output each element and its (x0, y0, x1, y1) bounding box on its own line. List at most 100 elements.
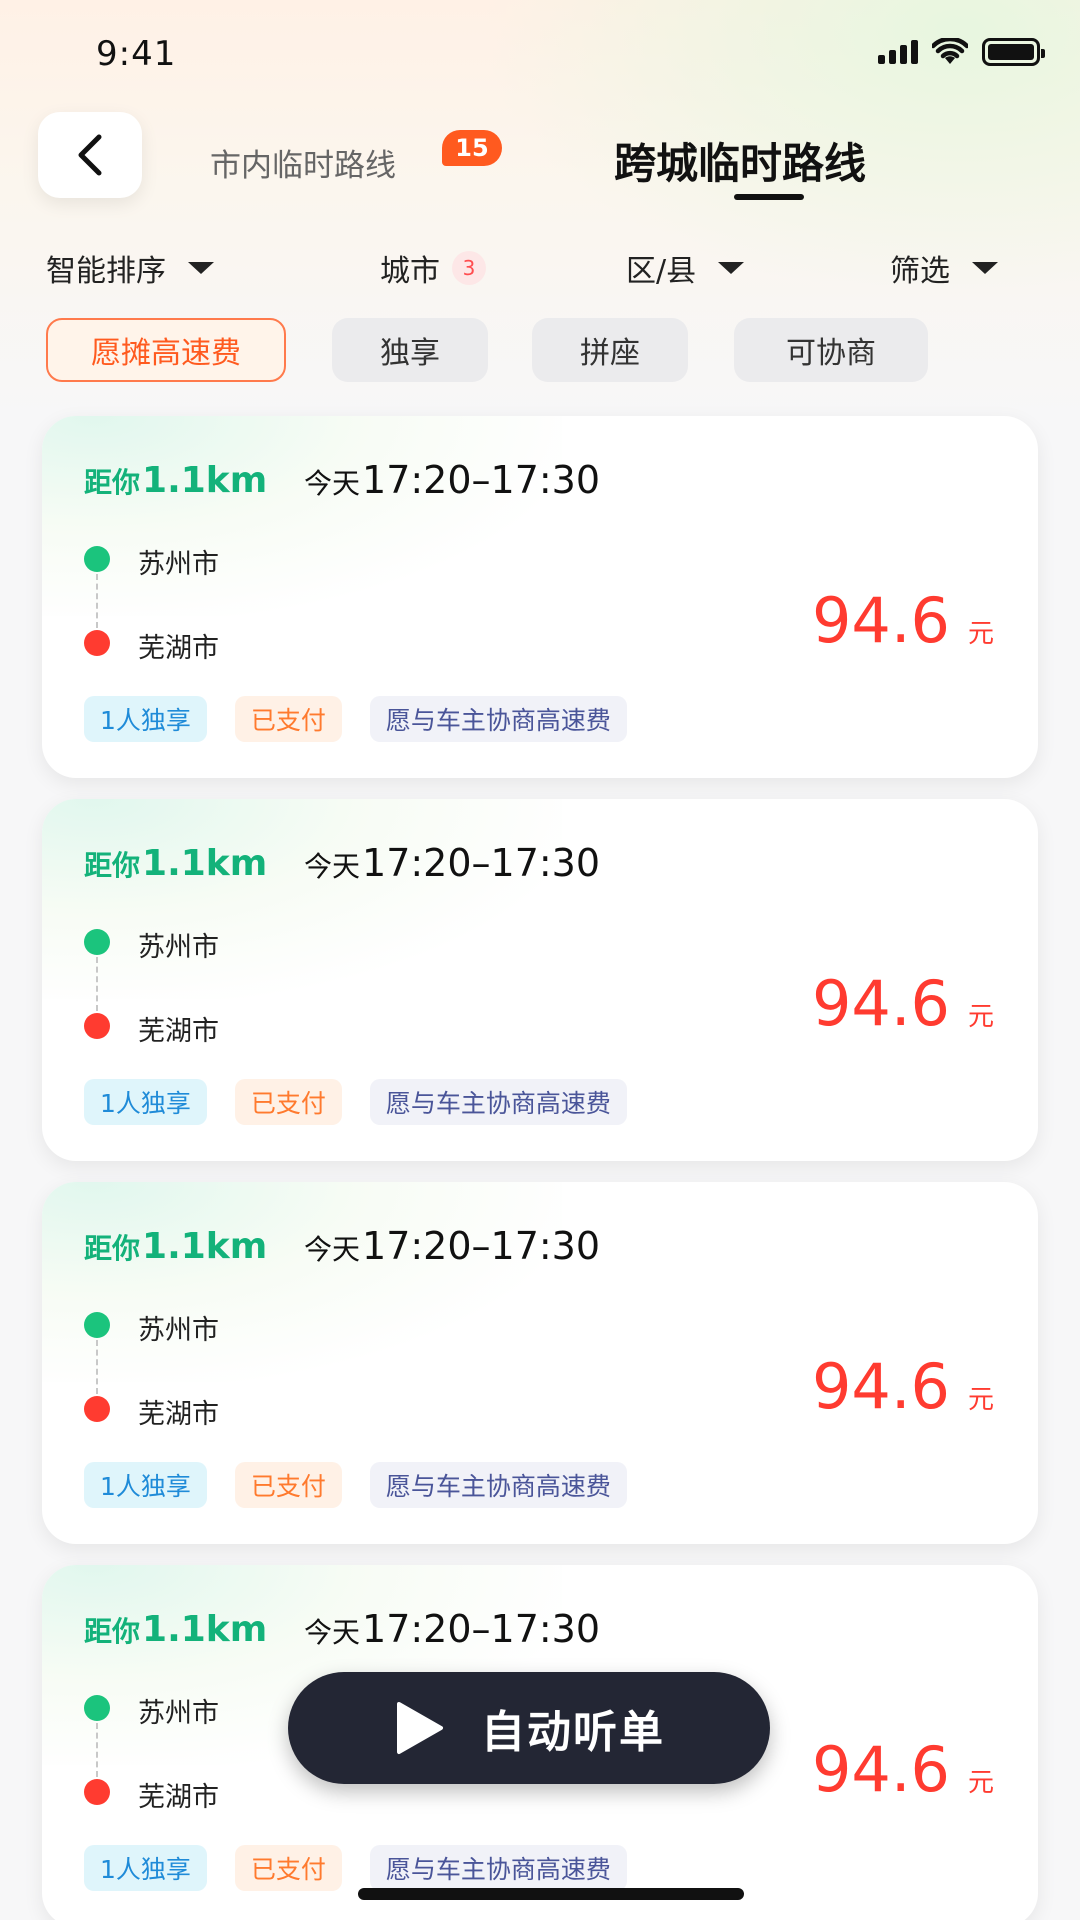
filter-label: 筛选 (890, 254, 950, 289)
chip-carpool[interactable]: 拼座 (532, 318, 688, 382)
chip-negotiable[interactable]: 可协商 (734, 318, 928, 382)
order-card[interactable]: 距你 1.1km 今天 17:20–17:30 苏州市 芜湖市 94.6 元 1… (42, 1182, 1038, 1544)
price: 94.6 元 (812, 584, 994, 657)
origin-dot-icon (84, 929, 110, 955)
order-tags: 1人独享 已支付 愿与车主协商高速费 (84, 1462, 627, 1508)
chip-share-toll[interactable]: 愿摊高速费 (46, 318, 286, 382)
price-amount: 94.6 (811, 584, 950, 657)
tag-seat-type: 1人独享 (84, 696, 207, 742)
order-tags: 1人独享 已支付 愿与车主协商高速费 (84, 1845, 627, 1891)
price-amount: 94.6 (811, 1733, 950, 1806)
price-amount: 94.6 (811, 1350, 950, 1423)
destination-city: 芜湖市 (138, 1016, 219, 1047)
order-tags: 1人独享 已支付 愿与车主协商高速费 (84, 1079, 627, 1125)
distance-value: 1.1km (142, 843, 268, 884)
price-amount: 94.6 (811, 967, 950, 1040)
price: 94.6 元 (812, 1350, 994, 1423)
auto-listen-button[interactable]: 自动听单 (288, 1672, 770, 1784)
tag-payment-status: 已支付 (234, 696, 342, 742)
destination-city: 芜湖市 (138, 1782, 219, 1813)
status-time: 9:41 (96, 34, 177, 74)
tag-toll-negotiation: 愿与车主协商高速费 (369, 1845, 627, 1891)
sort-dropdown[interactable]: 智能排序 (46, 246, 214, 290)
filter-dropdown[interactable]: 筛选 (890, 246, 998, 290)
play-icon (397, 1702, 443, 1754)
auto-listen-label: 自动听单 (481, 1707, 665, 1758)
origin-city: 苏州市 (138, 1698, 219, 1729)
pickup-time: 今天 17:20–17:30 (304, 841, 600, 885)
route-line (96, 574, 98, 628)
order-card[interactable]: 距你 1.1km 今天 17:20–17:30 苏州市 芜湖市 94.6 元 1… (42, 416, 1038, 778)
active-tab-indicator (734, 194, 804, 200)
city-label: 城市 (380, 254, 440, 289)
distance-prefix: 距你 (84, 849, 141, 882)
sort-label: 智能排序 (46, 254, 166, 289)
distance-prefix: 距你 (84, 466, 141, 499)
distance-value: 1.1km (142, 460, 268, 501)
back-button[interactable] (38, 112, 142, 198)
distance-value: 1.1km (142, 1609, 268, 1650)
tag-toll-negotiation: 愿与车主协商高速费 (369, 1462, 627, 1508)
pickup-day: 今天 (304, 850, 361, 883)
route-line (96, 1340, 98, 1394)
status-bar: 9:41 (0, 0, 1080, 110)
caret-down-icon (718, 262, 745, 274)
tag-seat-type: 1人独享 (84, 1462, 207, 1508)
district-dropdown[interactable]: 区/县 (626, 246, 745, 290)
caret-down-icon (972, 262, 998, 274)
pickup-day: 今天 (304, 467, 361, 500)
distance-prefix: 距你 (84, 1615, 141, 1648)
tag-toll-negotiation: 愿与车主协商高速费 (369, 1079, 627, 1125)
city-filter[interactable]: 城市 3 (380, 246, 486, 290)
chip-exclusive[interactable]: 独享 (332, 318, 488, 382)
pickup-day: 今天 (304, 1616, 361, 1649)
battery-icon (982, 38, 1045, 66)
destination-city: 芜湖市 (138, 1399, 219, 1430)
city-count-badge: 3 (452, 251, 486, 285)
route-line (96, 957, 98, 1011)
pickup-time: 今天 17:20–17:30 (304, 1224, 600, 1268)
order-card[interactable]: 距你 1.1km 今天 17:20–17:30 苏州市 芜湖市 94.6 元 1… (42, 799, 1038, 1161)
tag-payment-status: 已支付 (234, 1462, 342, 1508)
tag-seat-type: 1人独享 (84, 1845, 207, 1891)
price-unit: 元 (967, 619, 994, 649)
district-label: 区/县 (626, 254, 697, 289)
price-unit: 元 (967, 1002, 994, 1032)
tag-toll-negotiation: 愿与车主协商高速费 (369, 696, 627, 742)
pickup-time-range: 17:20–17:30 (362, 841, 601, 885)
cellular-signal-icon (878, 40, 918, 64)
home-indicator (358, 1888, 744, 1900)
distance: 距你 1.1km (84, 1609, 267, 1650)
pickup-day: 今天 (304, 1233, 361, 1266)
pickup-time-range: 17:20–17:30 (362, 458, 601, 502)
distance-prefix: 距你 (84, 1232, 141, 1265)
tab-city-routes[interactable]: 市内临时路线 (210, 140, 396, 185)
caret-down-icon (188, 262, 214, 274)
distance-value: 1.1km (142, 1226, 268, 1267)
pickup-time-range: 17:20–17:30 (362, 1607, 601, 1651)
origin-city: 苏州市 (138, 1315, 219, 1346)
wifi-icon (932, 38, 968, 64)
filter-bar: 智能排序 城市 3 区/县 筛选 (0, 246, 1080, 306)
distance: 距你 1.1km (84, 843, 267, 884)
price-unit: 元 (967, 1385, 994, 1415)
tag-payment-status: 已支付 (234, 1079, 342, 1125)
destination-dot-icon (84, 630, 110, 656)
destination-city: 芜湖市 (138, 633, 219, 664)
origin-city: 苏州市 (138, 932, 219, 963)
distance: 距你 1.1km (84, 460, 267, 501)
order-tags: 1人独享 已支付 愿与车主协商高速费 (84, 696, 627, 742)
pickup-time: 今天 17:20–17:30 (304, 1607, 600, 1651)
status-icons (878, 38, 1045, 66)
pickup-time: 今天 17:20–17:30 (304, 458, 600, 502)
pickup-time-range: 17:20–17:30 (362, 1224, 601, 1268)
destination-dot-icon (84, 1396, 110, 1422)
tag-payment-status: 已支付 (234, 1845, 342, 1891)
origin-dot-icon (84, 546, 110, 572)
tab-intercity-routes[interactable]: 跨城临时路线 (614, 130, 866, 191)
distance: 距你 1.1km (84, 1226, 267, 1267)
chevron-left-icon (78, 134, 102, 176)
origin-dot-icon (84, 1312, 110, 1338)
tab-count-badge: 15 (442, 130, 502, 166)
tag-seat-type: 1人独享 (84, 1079, 207, 1125)
